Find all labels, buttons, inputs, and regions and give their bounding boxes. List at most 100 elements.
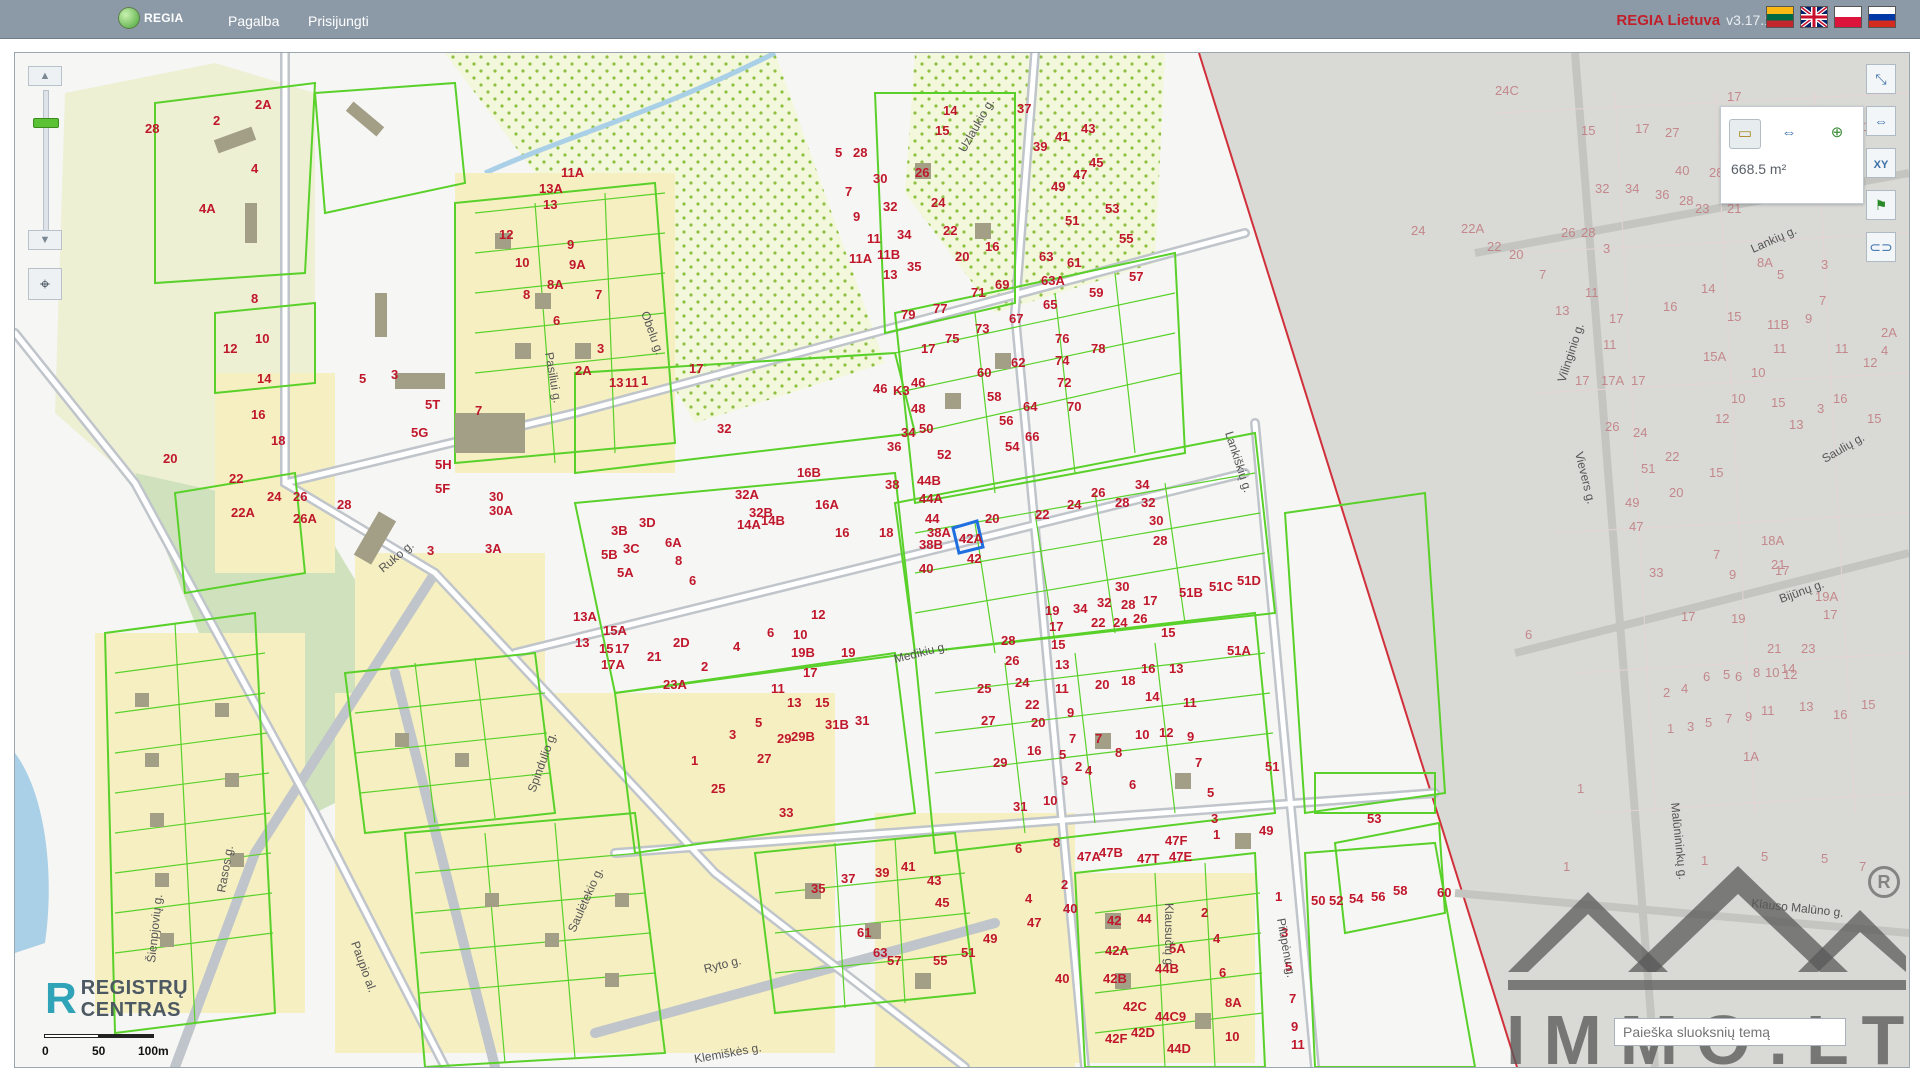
svg-text:24: 24: [1015, 675, 1030, 690]
svg-text:70: 70: [1067, 399, 1081, 414]
svg-text:17: 17: [689, 361, 703, 376]
link-button[interactable]: ⊂⊃: [1866, 232, 1896, 262]
svg-text:51: 51: [961, 945, 975, 960]
scale-label-0: 0: [42, 1044, 49, 1058]
svg-text:43: 43: [1081, 121, 1095, 136]
svg-text:22: 22: [1025, 697, 1039, 712]
street-label: Medikiu g.: [892, 639, 948, 666]
svg-text:27: 27: [981, 713, 995, 728]
svg-text:1A: 1A: [1743, 749, 1759, 764]
svg-text:28: 28: [145, 121, 159, 136]
coordinate-pick-tool[interactable]: ⊕: [1821, 119, 1853, 149]
svg-text:2A: 2A: [255, 97, 272, 112]
measure-icon: ⇔: [1874, 113, 1888, 129]
flag-button[interactable]: ⚑: [1866, 190, 1896, 220]
svg-text:11A: 11A: [849, 251, 873, 266]
svg-text:17A: 17A: [1601, 373, 1624, 388]
svg-text:23: 23: [1801, 641, 1815, 656]
svg-text:11: 11: [1183, 695, 1197, 710]
svg-text:67: 67: [1009, 311, 1023, 326]
svg-text:17: 17: [921, 341, 935, 356]
svg-text:2: 2: [1061, 877, 1068, 892]
lake: [15, 753, 49, 953]
flag-pl-icon[interactable]: [1834, 6, 1862, 28]
svg-text:9: 9: [1067, 705, 1074, 720]
svg-text:51C: 51C: [1209, 579, 1233, 594]
svg-text:7: 7: [475, 403, 482, 418]
svg-text:26: 26: [1005, 653, 1019, 668]
svg-text:6: 6: [1219, 965, 1226, 980]
svg-text:6: 6: [553, 313, 560, 328]
svg-text:5: 5: [359, 371, 366, 386]
svg-text:2: 2: [701, 659, 708, 674]
svg-text:3B: 3B: [611, 523, 628, 538]
svg-text:12: 12: [1863, 355, 1877, 370]
svg-text:51B: 51B: [1179, 585, 1203, 600]
svg-text:13A: 13A: [573, 609, 597, 624]
svg-text:30A: 30A: [489, 503, 513, 518]
flag-ru-icon[interactable]: [1868, 6, 1896, 28]
svg-text:14: 14: [257, 371, 272, 386]
street-label: Pilupėnu g.: [1274, 917, 1298, 979]
svg-text:37: 37: [841, 871, 855, 886]
flag-en-icon[interactable]: [1799, 5, 1829, 29]
svg-text:44C9: 44C9: [1155, 1009, 1186, 1024]
svg-text:47: 47: [1629, 519, 1643, 534]
map-canvas[interactable]: 2822A44A 810121416 18202222A24 262826A30…: [15, 53, 1909, 1067]
svg-text:77: 77: [933, 301, 947, 316]
svg-text:5: 5: [1207, 785, 1214, 800]
svg-text:12: 12: [1715, 411, 1729, 426]
svg-text:8: 8: [1115, 745, 1122, 760]
svg-text:5B: 5B: [601, 547, 618, 562]
svg-text:15: 15: [1861, 697, 1875, 712]
svg-text:47T: 47T: [1137, 851, 1159, 866]
area-measure-tool[interactable]: ▭: [1729, 119, 1761, 149]
regia-logo[interactable]: REGIA: [118, 7, 184, 29]
zoom-slider-track[interactable]: [43, 90, 49, 232]
svg-text:19: 19: [1731, 611, 1745, 626]
svg-text:7: 7: [1819, 293, 1826, 308]
svg-text:7: 7: [1195, 755, 1202, 770]
cadastral-map[interactable]: 28 2 2A 4 4A 8 10 12 14 16 18 20 22 22A 24 26 28 26A 30…: [14, 52, 1910, 1068]
svg-text:28: 28: [1001, 633, 1015, 648]
svg-text:15: 15: [815, 695, 829, 710]
svg-text:29: 29: [993, 755, 1007, 770]
flag-lt-icon[interactable]: [1766, 6, 1794, 28]
svg-text:16: 16: [1833, 707, 1847, 722]
xy-button[interactable]: XY: [1866, 148, 1896, 178]
menu-help-link[interactable]: Pagalba: [228, 13, 279, 29]
svg-text:26: 26: [1133, 611, 1147, 626]
svg-text:10: 10: [515, 255, 529, 270]
svg-text:35: 35: [907, 259, 921, 274]
regia-logo-text: REGIA: [144, 11, 184, 25]
layer-search-input[interactable]: [1614, 1018, 1846, 1046]
svg-text:17: 17: [1727, 89, 1741, 104]
svg-text:3: 3: [1061, 773, 1068, 788]
svg-text:K3: K3: [893, 383, 910, 398]
svg-text:42D: 42D: [1131, 1025, 1155, 1040]
svg-text:6: 6: [689, 573, 696, 588]
measure-button[interactable]: ⇔: [1866, 106, 1896, 136]
svg-text:26: 26: [293, 489, 307, 504]
svg-text:7: 7: [1289, 991, 1296, 1006]
fullscreen-button[interactable]: ⤡: [1866, 64, 1896, 94]
svg-text:28: 28: [853, 145, 867, 160]
zoom-in-button[interactable]: ▲: [28, 66, 62, 86]
svg-text:13: 13: [1789, 417, 1803, 432]
menu-login-link[interactable]: Prisijungti: [308, 13, 369, 29]
locate-button[interactable]: ⌖: [28, 268, 62, 300]
distance-measure-tool[interactable]: ⇔: [1773, 119, 1805, 149]
zoom-slider-handle[interactable]: [33, 118, 59, 128]
svg-text:47E: 47E: [1169, 849, 1192, 864]
svg-text:11: 11: [1603, 337, 1617, 352]
zoom-out-button[interactable]: ▼: [28, 230, 62, 250]
svg-text:7: 7: [595, 287, 602, 302]
svg-text:17: 17: [615, 641, 629, 656]
svg-text:63: 63: [1039, 249, 1053, 264]
zoom-control: ▲ ▼: [28, 66, 62, 256]
svg-text:44: 44: [1137, 911, 1152, 926]
svg-text:16: 16: [1027, 743, 1041, 758]
top-toolbar: REGIA Pagalba Prisijungti REGIA Lietuva v…: [0, 0, 1920, 39]
svg-text:22: 22: [229, 471, 243, 486]
svg-text:49: 49: [1051, 179, 1065, 194]
